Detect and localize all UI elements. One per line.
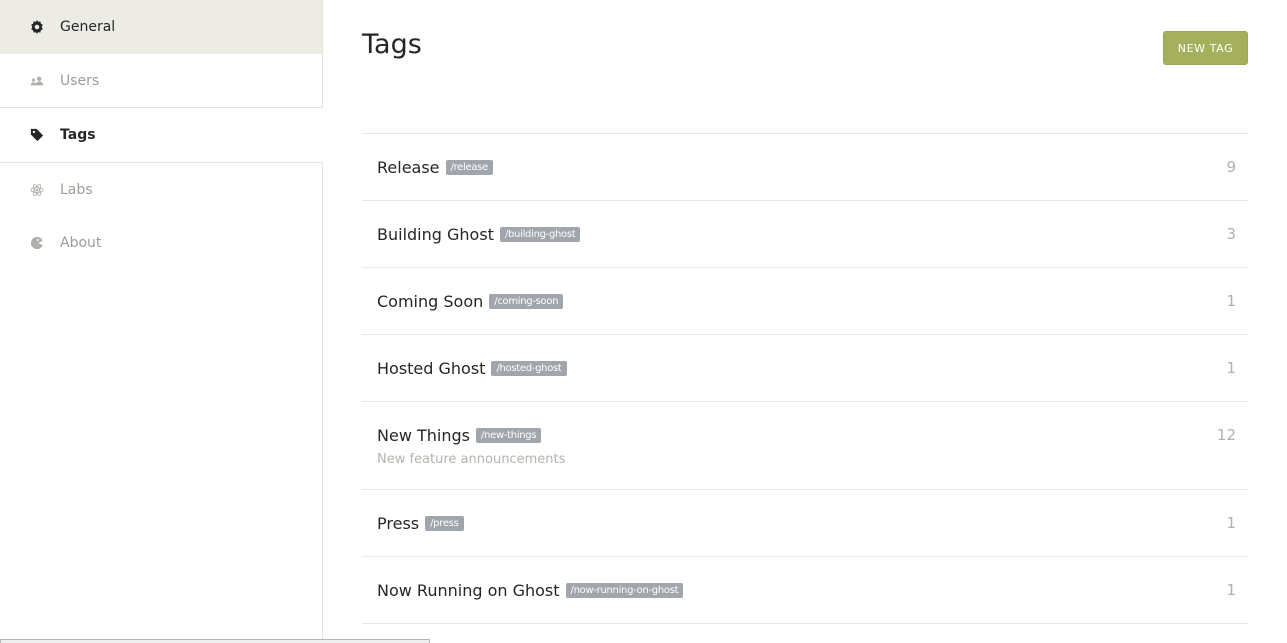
new-tag-button[interactable]: NEW TAG	[1163, 31, 1248, 65]
sidebar-divider	[322, 270, 323, 643]
gear-icon	[29, 19, 45, 35]
tag-name: Press	[377, 514, 420, 533]
tag-post-count: 12	[1216, 426, 1236, 444]
horizontal-scrollbar[interactable]	[0, 639, 430, 643]
sidebar-item-general[interactable]: General	[0, 0, 323, 54]
tag-row[interactable]: Hosted Ghost /hosted-ghost 1	[362, 335, 1248, 402]
tag-row[interactable]: Release /release 9	[362, 134, 1248, 201]
users-icon	[29, 73, 45, 89]
tag-slug: /hosted-ghost	[491, 361, 567, 376]
tag-name: Coming Soon	[377, 292, 484, 311]
tag-name: New Things	[377, 426, 470, 445]
sidebar-item-users[interactable]: Users	[0, 54, 323, 108]
tag-name: Now Running on Ghost	[377, 581, 560, 600]
tag-post-count: 1	[1226, 292, 1236, 310]
sidebar-item-label: Tags	[60, 127, 96, 143]
tag-slug: /press	[425, 516, 464, 531]
sidebar-item-tags[interactable]: Tags	[0, 108, 323, 162]
sidebar-item-labs[interactable]: Labs	[0, 162, 323, 216]
tag-name: Release	[377, 158, 440, 177]
tag-name: Hosted Ghost	[377, 359, 486, 378]
tag-post-count: 3	[1226, 225, 1236, 243]
tag-slug: /new-things	[475, 428, 542, 443]
settings-sidebar: General Users Tags Labs About	[0, 0, 323, 643]
sidebar-item-label: Labs	[60, 181, 93, 198]
tag-icon	[29, 127, 45, 143]
tag-name: Building Ghost	[377, 225, 494, 244]
tag-post-count: 1	[1226, 514, 1236, 532]
tag-row[interactable]: New Things /new-things New feature annou…	[362, 402, 1248, 490]
sidebar-item-label: Users	[60, 72, 100, 89]
tag-slug: /coming-soon	[489, 294, 564, 309]
tag-post-count: 9	[1226, 158, 1236, 176]
sidebar-item-about[interactable]: About	[0, 216, 323, 270]
tag-post-count: 1	[1226, 359, 1236, 377]
tag-row[interactable]: Now Running on Ghost /now-running-on-gho…	[362, 557, 1248, 624]
tag-post-count: 1	[1226, 581, 1236, 599]
tag-slug: /building-ghost	[499, 227, 581, 242]
tag-slug: /release	[445, 160, 493, 175]
page-title: Tags	[362, 29, 422, 60]
atom-icon	[29, 182, 45, 198]
tag-row[interactable]: Press /press 1	[362, 490, 1248, 557]
ghost-icon	[29, 235, 45, 251]
tag-row[interactable]: Building Ghost /building-ghost 3	[362, 201, 1248, 268]
tag-list: Release /release 9 Building Ghost /build…	[362, 133, 1248, 624]
tag-slug: /now-running-on-ghost	[565, 583, 684, 598]
sidebar-item-label: About	[60, 235, 102, 251]
sidebar-item-label: General	[60, 19, 116, 35]
tag-row[interactable]: Coming Soon /coming-soon 1	[362, 268, 1248, 335]
tag-description: New feature announcements	[377, 452, 566, 467]
